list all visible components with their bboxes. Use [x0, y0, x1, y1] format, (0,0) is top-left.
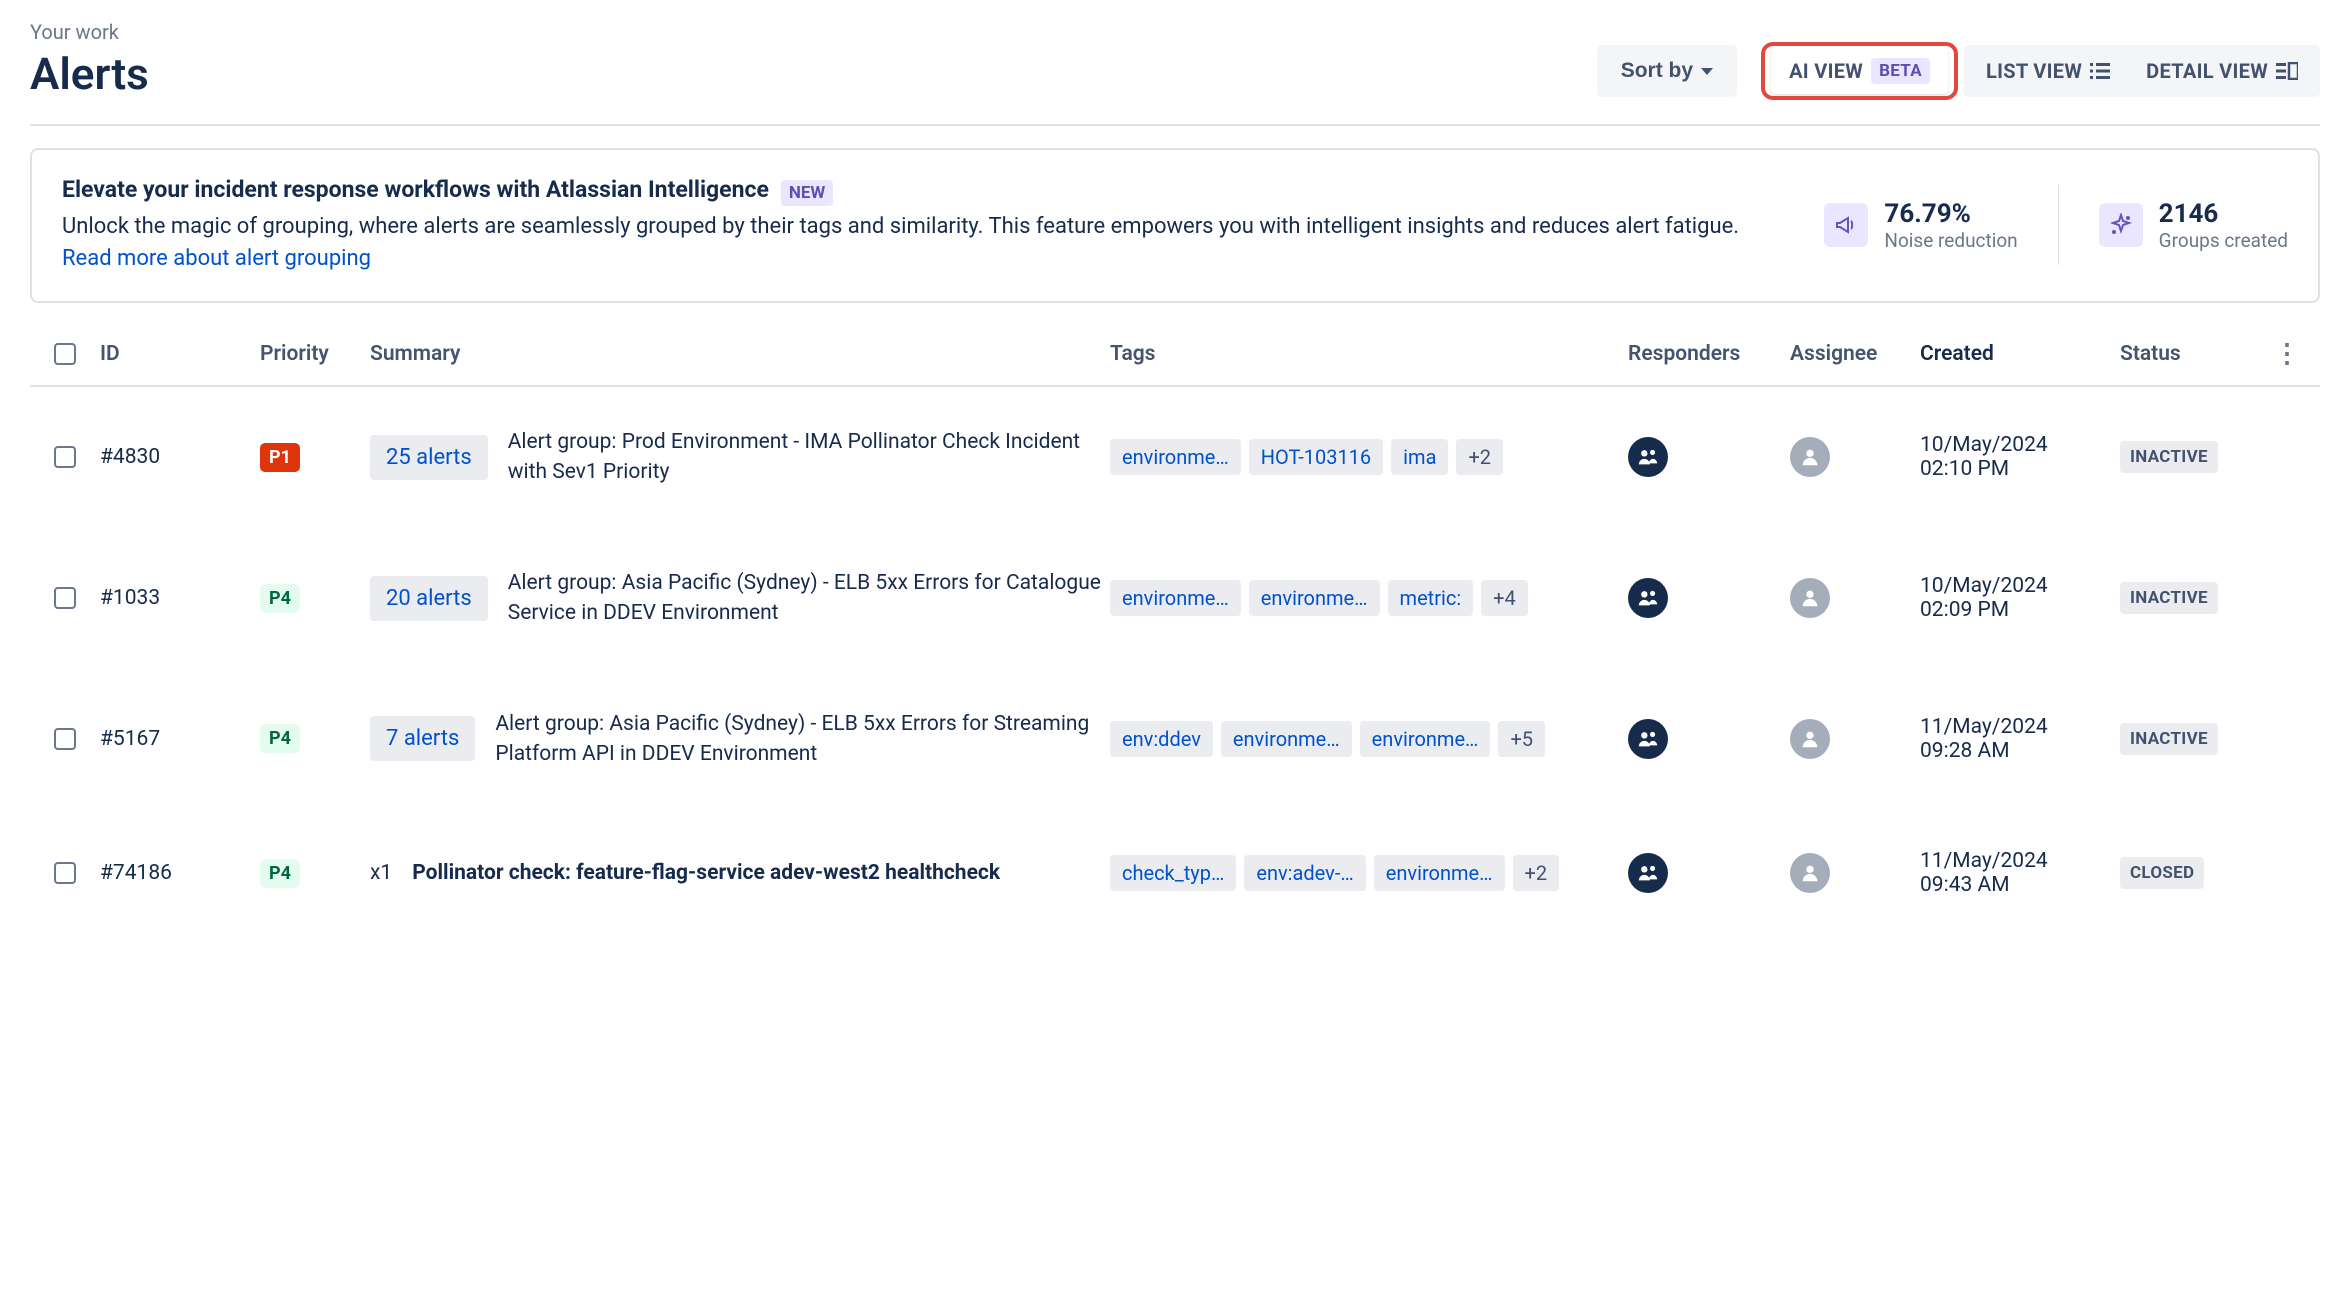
alert-summary[interactable]: Alert group: Prod Environment - IMA Poll… [508, 427, 1110, 488]
responder-avatar[interactable] [1628, 437, 1668, 477]
assignee-avatar[interactable] [1790, 578, 1830, 618]
tag[interactable]: environme… [1110, 439, 1241, 475]
alerts-count-pill[interactable]: 25 alerts [370, 435, 488, 480]
created-timestamp: 10/May/202402:10 PM [1920, 433, 2120, 481]
tag[interactable]: check_typ… [1110, 855, 1236, 891]
tag[interactable]: HOT-103116 [1249, 439, 1383, 475]
col-assignee[interactable]: Assignee [1780, 342, 1920, 366]
ai-view-label: AI VIEW [1789, 59, 1863, 83]
status-badge: CLOSED [2120, 857, 2204, 889]
banner-link[interactable]: Read more about alert grouping [62, 246, 371, 271]
row-checkbox[interactable] [54, 728, 76, 750]
tag[interactable]: environme… [1374, 855, 1505, 891]
noise-reduction-label: Noise reduction [1884, 229, 2017, 252]
tag[interactable]: env:ddev [1110, 721, 1213, 757]
alert-summary[interactable]: Alert group: Asia Pacific (Sydney) - ELB… [508, 568, 1110, 629]
alert-id[interactable]: #1033 [100, 586, 260, 610]
view-tab-ai[interactable]: AI VIEW BETA [1771, 48, 1948, 94]
col-tags[interactable]: Tags [1110, 342, 1610, 366]
responder-avatar[interactable] [1628, 578, 1668, 618]
created-timestamp: 11/May/202409:43 AM [1920, 849, 2120, 897]
priority-badge: P4 [260, 859, 300, 888]
alert-id[interactable]: #5167 [100, 727, 260, 751]
sort-label: Sort by [1621, 59, 1693, 83]
col-status[interactable]: Status [2120, 342, 2270, 366]
priority-badge: P4 [260, 724, 300, 753]
status-badge: INACTIVE [2120, 723, 2218, 755]
detail-icon [2276, 62, 2298, 80]
tag[interactable]: environme… [1110, 580, 1241, 616]
alerts-count-pill[interactable]: 7 alerts [370, 716, 475, 761]
view-tab-detail[interactable]: DETAIL VIEW [2128, 49, 2316, 93]
col-created[interactable]: Created [1920, 342, 2120, 366]
banner-desc: Unlock the magic of grouping, where aler… [62, 211, 1762, 275]
info-banner: Elevate your incident response workflows… [30, 148, 2320, 303]
tag[interactable]: ima [1391, 439, 1448, 475]
alert-id[interactable]: #4830 [100, 445, 260, 469]
priority-badge: P1 [260, 443, 300, 472]
col-summary[interactable]: Summary [370, 342, 1110, 366]
responder-avatar[interactable] [1628, 719, 1668, 759]
tag[interactable]: environme… [1221, 721, 1352, 757]
more-icon[interactable]: ⋮ [2270, 339, 2300, 369]
table-row[interactable]: #5167P4 7 alerts Alert group: Asia Pacific… [30, 669, 2320, 810]
assignee-avatar[interactable] [1790, 853, 1830, 893]
ai-view-highlight: AI VIEW BETA [1761, 42, 1958, 100]
status-badge: INACTIVE [2120, 441, 2218, 473]
tag-more[interactable]: +4 [1481, 580, 1528, 616]
noise-reduction-value: 76.79% [1884, 199, 2017, 229]
status-badge: INACTIVE [2120, 582, 2218, 614]
tag[interactable]: env:adev-… [1244, 855, 1365, 891]
new-badge: NEW [781, 180, 833, 206]
row-checkbox[interactable] [54, 587, 76, 609]
alerts-count-pill[interactable]: 20 alerts [370, 576, 488, 621]
breadcrumb[interactable]: Your work [30, 20, 149, 44]
alert-multiplier: x1 [370, 861, 392, 885]
tag[interactable]: environme… [1360, 721, 1491, 757]
table-row[interactable]: #1033P4 20 alerts Alert group: Asia Pacifi… [30, 528, 2320, 669]
created-timestamp: 10/May/202402:09 PM [1920, 574, 2120, 622]
responder-avatar[interactable] [1628, 853, 1668, 893]
list-icon [2090, 62, 2110, 80]
alert-summary[interactable]: Pollinator check: feature-flag-service a… [412, 858, 1000, 888]
tag-more[interactable]: +5 [1498, 721, 1545, 757]
sparkle-icon [2099, 203, 2143, 247]
table-row[interactable]: #74186P4 x1 Pollinator check: feature-flag… [30, 809, 2320, 937]
assignee-avatar[interactable] [1790, 437, 1830, 477]
tag[interactable]: environme… [1249, 580, 1380, 616]
select-all-checkbox[interactable] [54, 343, 76, 365]
page-title: Alerts [30, 48, 149, 100]
groups-created-label: Groups created [2159, 229, 2288, 252]
col-priority[interactable]: Priority [260, 342, 370, 366]
megaphone-icon [1824, 203, 1868, 247]
list-view-label: LIST VIEW [1986, 59, 2082, 83]
assignee-avatar[interactable] [1790, 719, 1830, 759]
detail-view-label: DETAIL VIEW [2146, 59, 2268, 83]
col-id[interactable]: ID [100, 342, 260, 366]
view-tab-list[interactable]: LIST VIEW [1968, 49, 2128, 93]
beta-badge: BETA [1871, 58, 1930, 84]
tag-more[interactable]: +2 [1513, 855, 1560, 891]
table-header: ID Priority Summary Tags Responders Assi… [30, 323, 2320, 387]
tag[interactable]: metric: [1388, 580, 1474, 616]
row-checkbox[interactable] [54, 862, 76, 884]
priority-badge: P4 [260, 584, 300, 613]
tag-more[interactable]: +2 [1456, 439, 1503, 475]
chevron-down-icon [1701, 68, 1713, 75]
alert-summary[interactable]: Alert group: Asia Pacific (Sydney) - ELB… [495, 709, 1110, 770]
banner-title: Elevate your incident response workflows… [62, 176, 769, 203]
sort-button[interactable]: Sort by [1597, 45, 1737, 97]
col-responders[interactable]: Responders [1610, 342, 1780, 366]
row-checkbox[interactable] [54, 446, 76, 468]
table-row[interactable]: #4830P1 25 alerts Alert group: Prod Enviro… [30, 387, 2320, 528]
created-timestamp: 11/May/202409:28 AM [1920, 715, 2120, 763]
alert-id[interactable]: #74186 [100, 861, 260, 885]
groups-created-value: 2146 [2159, 199, 2288, 229]
